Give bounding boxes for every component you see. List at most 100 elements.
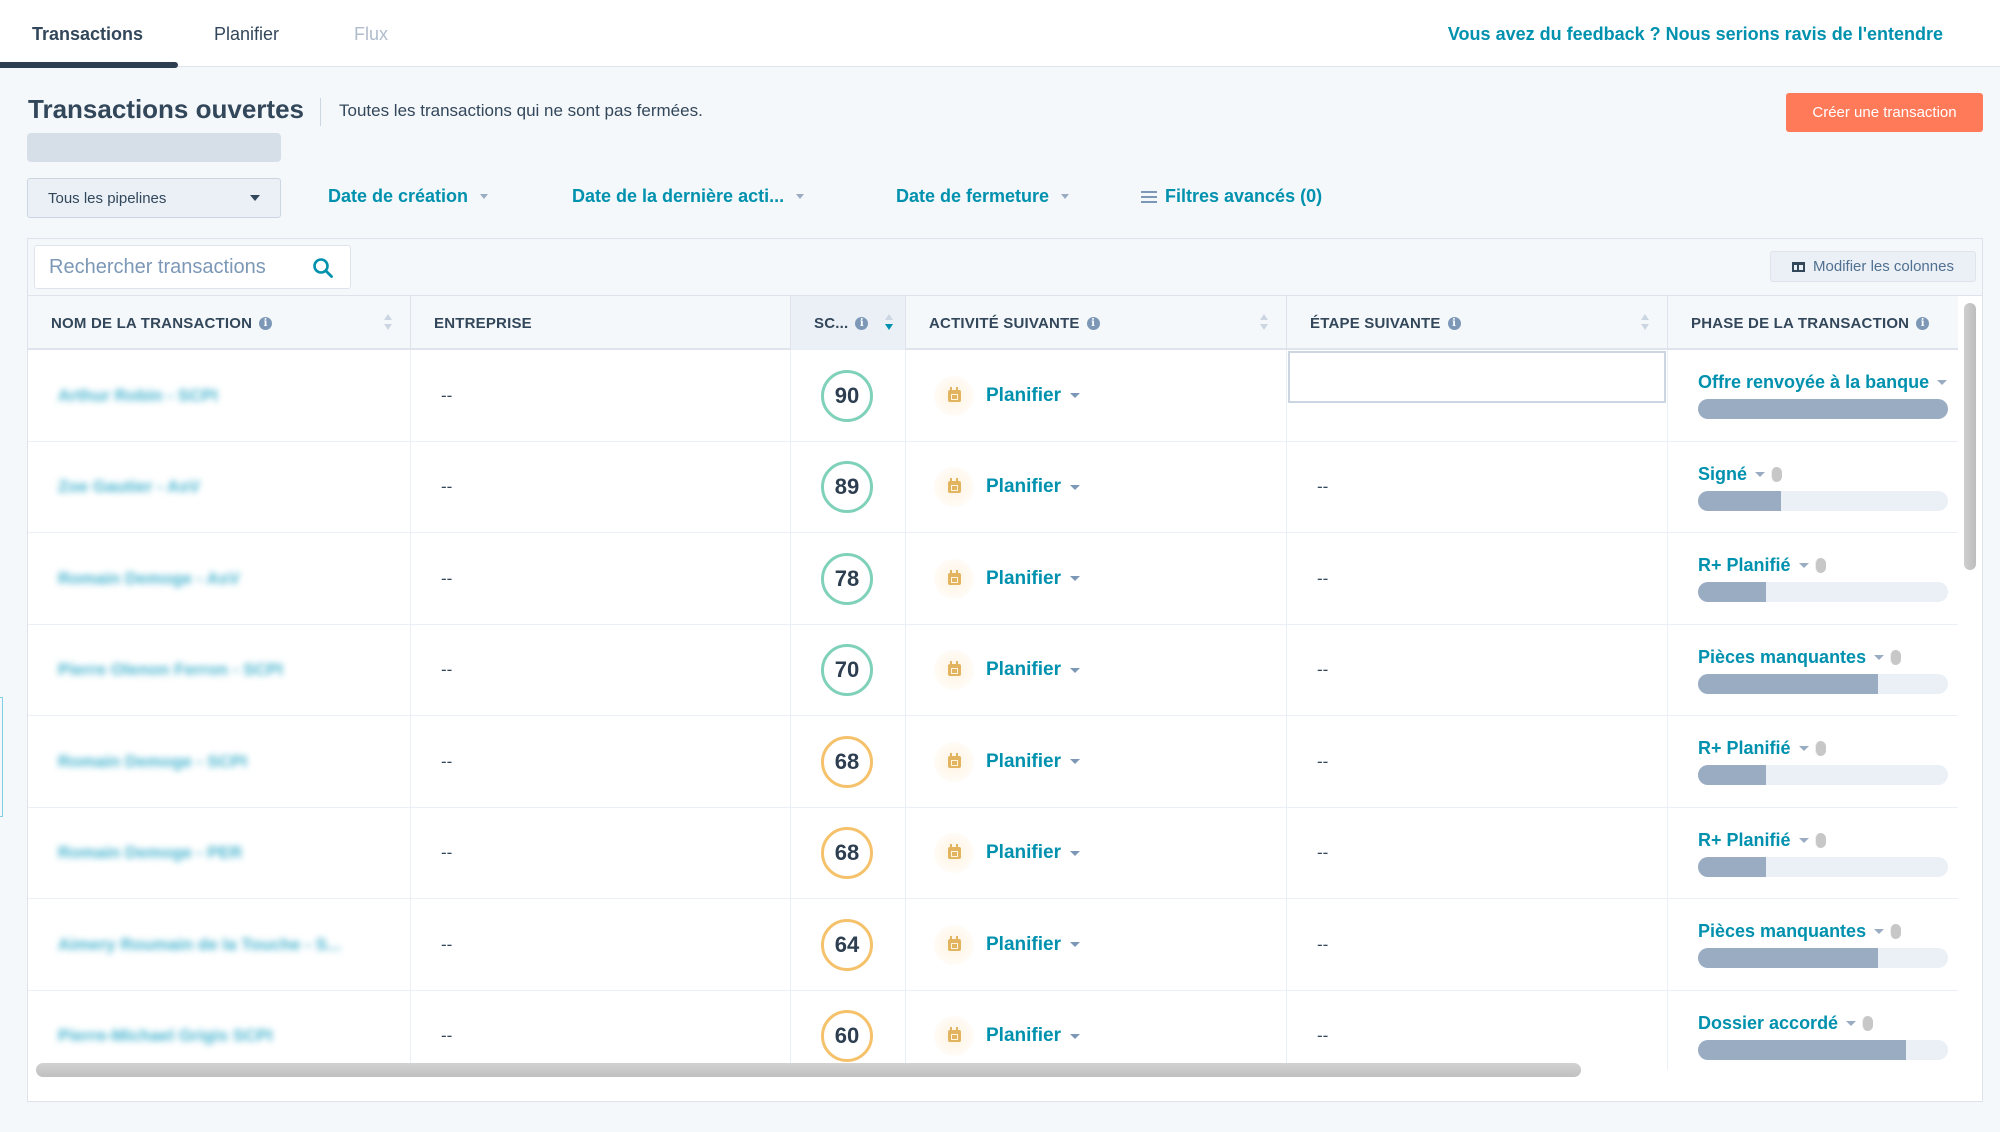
transaction-name-link[interactable]: Zoe Gautier - AsV [28, 477, 200, 497]
column-header-next-step[interactable]: ÉTAPE SUIVANTE i [1287, 296, 1668, 350]
deal-stage-progress [1698, 948, 1948, 969]
company-value: -- [441, 568, 453, 588]
table-row[interactable]: Pierre Olenon Ferron - SCPI -- 70 Planifier… [28, 624, 1958, 716]
tab-planifier[interactable]: Planifier [214, 24, 279, 45]
deal-stage-label: R+ Planifié [1698, 555, 1791, 576]
cell-name: Arthur Robin - SCPI [28, 350, 411, 442]
search-icon[interactable] [312, 257, 334, 279]
cell-next-activity: Planifier [906, 807, 1287, 899]
company-value: -- [441, 477, 453, 497]
info-icon[interactable]: i [1916, 316, 1930, 330]
table-row[interactable]: Romain Demoge - PER -- 68 Planifier -- R+ Pla… [28, 807, 1958, 900]
deal-stage-dropdown[interactable]: Pièces manquantes [1698, 921, 1902, 942]
cell-company: -- [411, 807, 791, 899]
chevron-down-icon [480, 194, 489, 199]
search-input[interactable] [49, 256, 299, 279]
transaction-name-link[interactable]: Romain Demoge - PER [28, 843, 242, 863]
modify-columns-button[interactable]: Modifier les colonnes [1770, 251, 1976, 282]
transaction-name-link[interactable]: Pierre-Michael Grigis SCPI [28, 1026, 272, 1046]
tab-transactions[interactable]: Transactions [32, 24, 143, 45]
deal-stage-dropdown[interactable]: Offre renvoyée à la banque [1698, 372, 1948, 393]
schedule-activity-dropdown[interactable]: Planifier [986, 1025, 1080, 1047]
chevron-down-icon [1755, 471, 1766, 477]
cell-deal-stage: R+ Planifié [1668, 808, 1958, 900]
cell-next-activity: Planifier [906, 350, 1287, 442]
progress-fill [1698, 582, 1766, 603]
side-panel-handle[interactable] [0, 697, 3, 817]
activity-label: Planifier [986, 750, 1061, 772]
info-icon[interactable]: i [1086, 316, 1100, 330]
cell-next-step: -- [1287, 716, 1668, 808]
pipeline-select[interactable]: Tous les pipelines [27, 178, 281, 218]
table-row[interactable]: Aimery Roumain de la Touche - S... -- 64 Pl… [28, 899, 1958, 991]
info-icon[interactable]: i [855, 316, 869, 330]
column-header-company[interactable]: ENTREPRISE [411, 296, 791, 350]
feedback-link[interactable]: Vous avez du feedback ? Nous serions rav… [1448, 24, 1943, 45]
deal-stage-dropdown[interactable]: R+ Planifié [1698, 555, 1826, 576]
horizontal-scrollbar[interactable] [36, 1063, 1581, 1077]
schedule-activity-dropdown[interactable]: Planifier [986, 751, 1080, 773]
company-value: -- [441, 843, 453, 863]
progress-fill [1698, 765, 1766, 786]
chevron-down-icon [1846, 1020, 1857, 1026]
deal-stage-dropdown[interactable]: Signé [1698, 464, 1783, 485]
table-row[interactable]: Arthur Robin - SCPI -- 90 Planifier Offre re… [28, 350, 1958, 442]
filter-creation-date[interactable]: Date de création [328, 186, 489, 207]
schedule-activity-dropdown[interactable]: Planifier [986, 568, 1080, 590]
deal-stage-dropdown[interactable]: R+ Planifié [1698, 830, 1826, 851]
cell-company: -- [411, 350, 791, 442]
schedule-activity-dropdown[interactable]: Planifier [986, 476, 1080, 498]
chevron-down-icon [1874, 654, 1885, 660]
next-step-value: -- [1317, 1026, 1329, 1046]
column-header-deal-stage[interactable]: PHASE DE LA TRANSACTION i [1668, 296, 1958, 350]
table-row[interactable]: Romain Demoge - AsV -- 78 Planifier -- R+ Pla… [28, 533, 1958, 625]
chevron-down-icon [1061, 194, 1070, 199]
create-transaction-button[interactable]: Créer une transaction [1786, 93, 1983, 132]
schedule-activity-dropdown[interactable]: Planifier [986, 842, 1080, 864]
calendar-icon [934, 924, 974, 965]
filter-last-activity-date[interactable]: Date de la dernière acti... [572, 186, 805, 207]
transaction-name-link[interactable]: Romain Demoge - AsV [28, 569, 240, 589]
schedule-activity-dropdown[interactable]: Planifier [986, 659, 1080, 681]
column-header-score[interactable]: SC... i [791, 296, 906, 350]
next-step-input[interactable] [1288, 351, 1666, 403]
advanced-filters-button[interactable]: Filtres avancés (0) [1141, 186, 1322, 207]
activity-label: Planifier [986, 1025, 1061, 1047]
cell-score: 64 [791, 899, 906, 991]
sort-icon[interactable] [1260, 314, 1268, 332]
info-icon[interactable]: i [1447, 316, 1461, 330]
activity-label: Planifier [986, 384, 1061, 406]
sort-icon[interactable] [384, 314, 392, 332]
table-row[interactable]: Zoe Gautier - AsV -- 89 Planifier -- Signé [28, 441, 1958, 533]
cell-company: -- [411, 899, 791, 991]
transaction-name-link[interactable]: Aimery Roumain de la Touche - S... [28, 935, 341, 955]
column-header-name[interactable]: NOM DE LA TRANSACTION i [28, 296, 411, 350]
chevron-down-icon [1069, 850, 1080, 856]
table-row[interactable]: Romain Demoge - SCPI -- 68 Planifier -- R+ Pl… [28, 716, 1958, 808]
cell-company: -- [411, 990, 791, 1070]
cell-deal-stage: Pièces manquantes [1668, 899, 1958, 991]
transaction-name-link[interactable]: Romain Demoge - SCPI [28, 752, 247, 772]
schedule-activity-dropdown[interactable]: Planifier [986, 385, 1080, 407]
deal-stage-dropdown[interactable]: Dossier accordé [1698, 1013, 1874, 1034]
transaction-name-link[interactable]: Pierre Olenon Ferron - SCPI [28, 660, 283, 680]
table-row[interactable]: Pierre-Michael Grigis SCPI -- 60 Planifier -… [28, 990, 1958, 1070]
vertical-scrollbar[interactable] [1964, 303, 1976, 570]
deal-stage-dropdown[interactable]: Pièces manquantes [1698, 647, 1902, 668]
tab-flux[interactable]: Flux [354, 24, 388, 45]
column-header-next-activity[interactable]: ACTIVITÉ SUIVANTE i [906, 296, 1287, 350]
company-value: -- [441, 934, 453, 954]
info-icon[interactable]: i [259, 316, 273, 330]
cell-name: Aimery Roumain de la Touche - S... [28, 899, 411, 991]
score-badge: 78 [821, 552, 873, 605]
transaction-name-link[interactable]: Arthur Robin - SCPI [28, 386, 218, 406]
sort-icon[interactable] [1641, 314, 1649, 332]
chevron-down-icon [1798, 837, 1809, 843]
filter-close-date[interactable]: Date de fermeture [896, 186, 1070, 207]
deal-stage-dropdown[interactable]: R+ Planifié [1698, 738, 1826, 759]
stage-indicator-icon [1814, 741, 1826, 757]
calendar-icon [934, 375, 974, 416]
sort-descending-icon[interactable] [885, 314, 893, 332]
schedule-activity-dropdown[interactable]: Planifier [986, 934, 1080, 956]
search-box[interactable] [34, 245, 351, 289]
